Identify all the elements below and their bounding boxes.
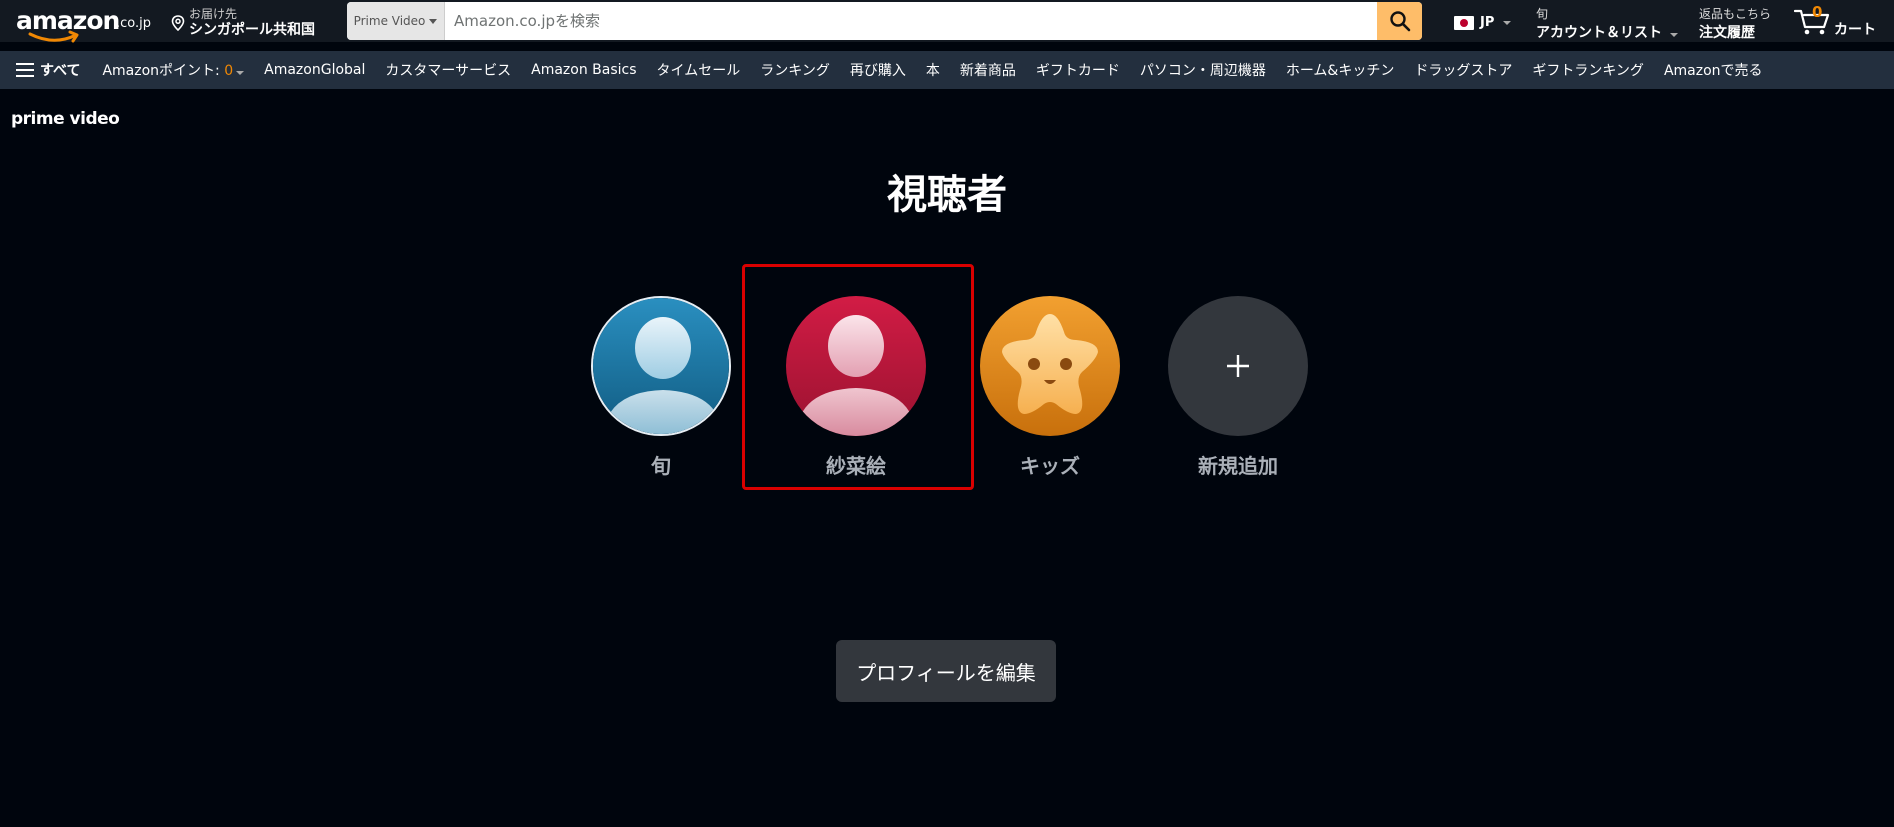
- deliver-to[interactable]: お届け先 シンガポール共和国: [170, 5, 330, 38]
- secondary-nav: すべて Amazonポイント: 0 AmazonGlobal カスタマーサービス…: [0, 51, 1894, 89]
- chevron-down-icon: [1503, 20, 1512, 25]
- subnav-item[interactable]: Amazonで売る: [1664, 60, 1763, 80]
- edit-profiles-button[interactable]: プロフィールを編集: [836, 640, 1056, 702]
- search-category-dropdown[interactable]: Prime Video: [347, 2, 445, 40]
- smile-arrow-icon: [28, 30, 79, 43]
- top-nav-bar: amazon .co.jp お届け先 シンガポール共和国 Prime Video: [0, 0, 1894, 44]
- account-label: アカウント＆リスト: [1536, 25, 1662, 41]
- search-button[interactable]: [1377, 2, 1422, 40]
- japan-flag-icon: [1454, 15, 1474, 30]
- chevron-down-icon: [1669, 33, 1678, 37]
- add-profile[interactable]: 新規追加: [1168, 296, 1308, 486]
- orders-line2: 注文履歴: [1699, 25, 1755, 41]
- logo-tld: .co.jp: [116, 16, 152, 31]
- language-selector[interactable]: JP: [1454, 15, 1512, 30]
- plus-icon: [1227, 355, 1249, 377]
- subnav-item[interactable]: 再び購入: [850, 60, 906, 80]
- orders-line1: 返品もこちら: [1699, 7, 1772, 21]
- subnav-item[interactable]: 新着商品: [960, 60, 1016, 80]
- account-lists-menu[interactable]: 旬 アカウント＆リスト: [1536, 5, 1678, 42]
- cart-link[interactable]: 0 カート: [1794, 3, 1894, 38]
- prime-video-logo[interactable]: prime video: [11, 109, 120, 129]
- all-menu-label: すべて: [40, 63, 81, 79]
- all-menu-button[interactable]: すべて: [16, 60, 80, 80]
- profile-shun[interactable]: 旬: [591, 296, 731, 486]
- points-value: 0: [224, 63, 234, 79]
- language-code: JP: [1480, 15, 1495, 30]
- person-avatar-blue-icon: [591, 296, 731, 436]
- cart-label: カート: [1834, 22, 1876, 38]
- location-pin-icon: [171, 15, 185, 31]
- chevron-down-icon: [429, 18, 438, 24]
- search-bar: Prime Video: [347, 2, 1422, 40]
- subnav-item[interactable]: ホーム&キッチン: [1286, 60, 1395, 80]
- subnav-item[interactable]: ギフトカード: [1036, 60, 1120, 80]
- profile-kids[interactable]: キッズ: [980, 296, 1120, 486]
- kids-star-avatar-icon: [980, 296, 1120, 436]
- add-profile-circle: [1168, 296, 1308, 436]
- profile-name: 新規追加: [1198, 454, 1278, 478]
- subnav-item-points[interactable]: Amazonポイント: 0: [102, 60, 245, 80]
- subnav-item[interactable]: ギフトランキング: [1532, 60, 1644, 80]
- search-icon: [1389, 11, 1410, 32]
- cart-count: 0: [1812, 3, 1823, 21]
- subnav-item[interactable]: ドラッグストア: [1414, 60, 1512, 80]
- search-input[interactable]: [445, 2, 1365, 40]
- search-category-label: Prime Video: [353, 14, 426, 28]
- subnav-item[interactable]: Amazon Basics: [531, 62, 636, 78]
- subnav-item[interactable]: AmazonGlobal: [264, 62, 365, 78]
- deliver-to-location: シンガポール共和国: [189, 22, 315, 38]
- account-label-row: アカウント＆リスト: [1536, 22, 1678, 42]
- account-greeting: 旬: [1536, 7, 1549, 21]
- chevron-down-icon: [236, 71, 245, 75]
- profile-name: 紗菜絵: [826, 454, 886, 478]
- profile-name: キッズ: [1020, 454, 1080, 478]
- amazon-logo[interactable]: amazon .co.jp: [16, 4, 152, 44]
- subnav-item[interactable]: 本: [926, 60, 940, 80]
- person-avatar-red-icon: [786, 296, 926, 436]
- hamburger-menu-icon: [16, 63, 34, 77]
- subnav-item[interactable]: ランキング: [760, 60, 830, 80]
- points-label: Amazonポイント:: [102, 63, 225, 79]
- subnav-item[interactable]: カスタマーサービス: [385, 60, 511, 80]
- profile-name: 旬: [651, 454, 671, 478]
- profile-saee[interactable]: 紗菜絵: [786, 296, 926, 486]
- subnav-item[interactable]: パソコン・周辺機器: [1140, 60, 1266, 80]
- subnav-item[interactable]: タイムセール: [657, 60, 741, 80]
- page-title: 視聴者: [887, 172, 1007, 218]
- orders-link[interactable]: 返品もこちら 注文履歴: [1699, 5, 1771, 42]
